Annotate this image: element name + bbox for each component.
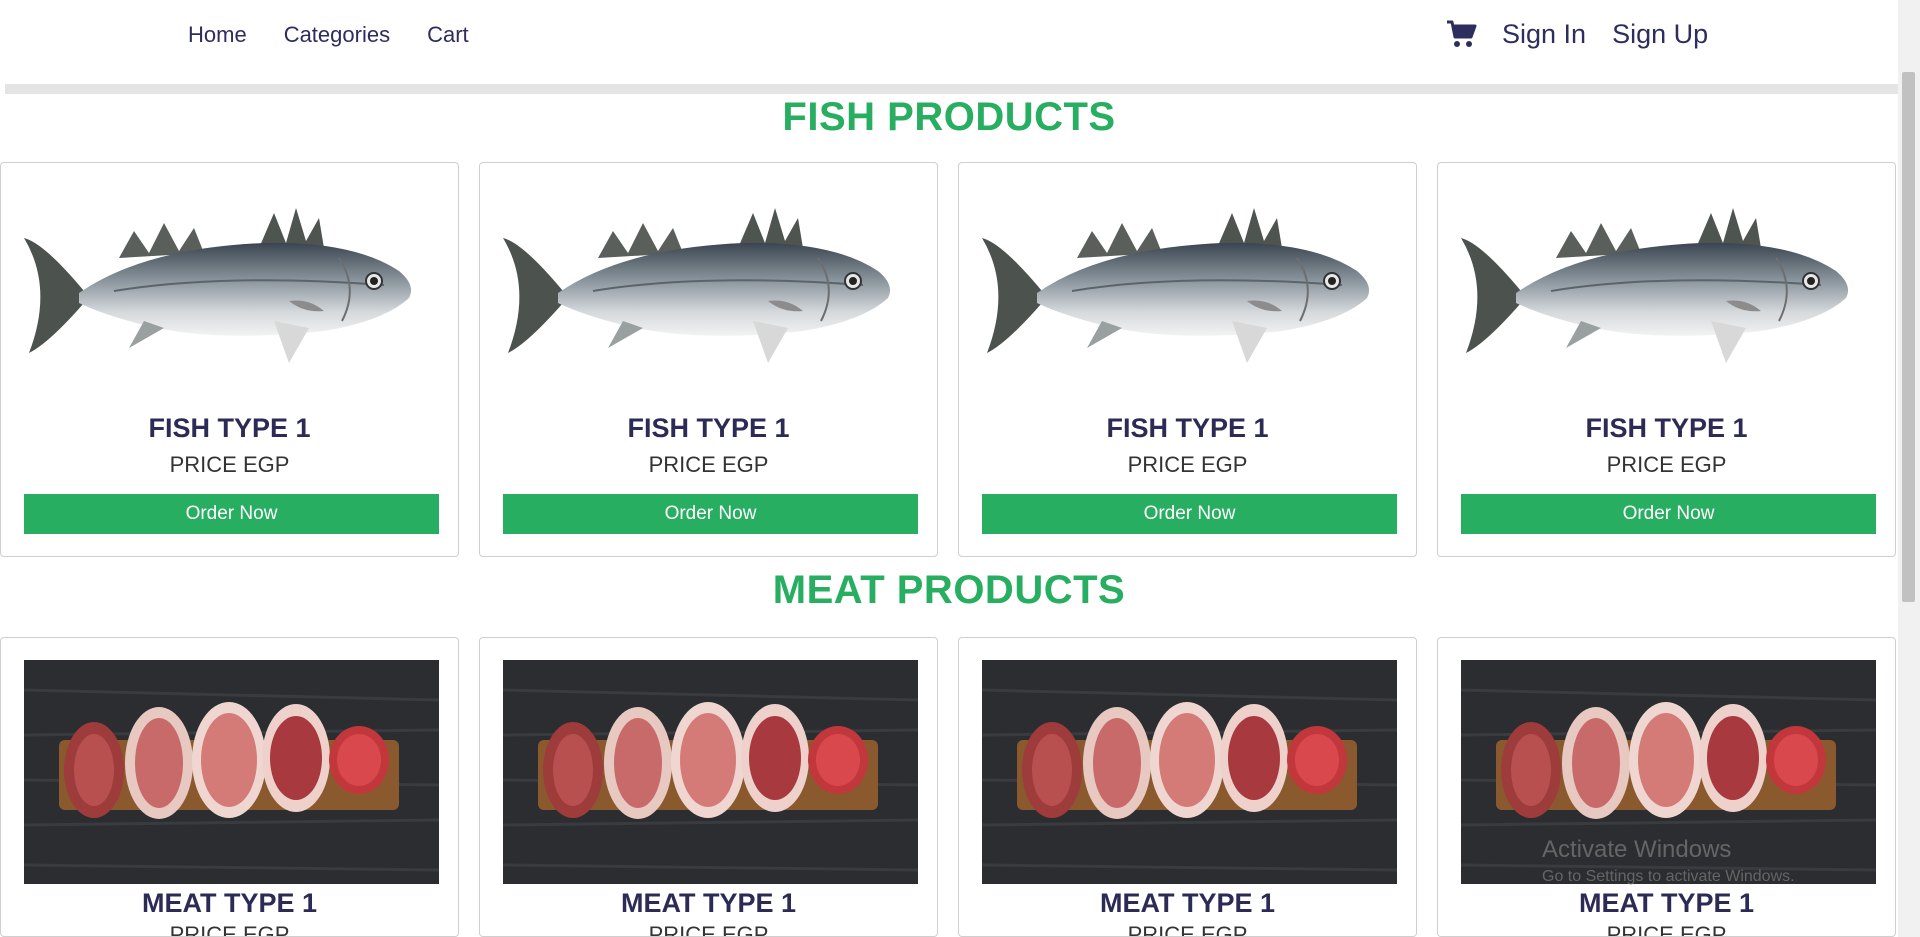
product-name: FISH TYPE 1 [627, 413, 790, 443]
navbar: Home Categories Cart Sign In Sign Up [0, 0, 1898, 75]
watermark-subtitle: Go to Settings to activate Windows. [1542, 868, 1795, 885]
order-now-button[interactable]: Order Now [1461, 494, 1876, 534]
shopping-cart-icon[interactable] [1446, 18, 1478, 50]
meat-image [982, 660, 1397, 884]
nav-home-link[interactable]: Home [188, 22, 247, 48]
nav-cart-link[interactable]: Cart [427, 22, 469, 48]
product-price: PRICE EGP [1606, 922, 1727, 937]
product-card: FISH TYPE 1 PRICE EGP Order Now [958, 162, 1417, 557]
product-name: MEAT TYPE 1 [1099, 888, 1276, 918]
product-price: PRICE EGP [1127, 452, 1248, 477]
product-price: PRICE EGP [169, 452, 290, 477]
fish-image [24, 203, 439, 373]
fish-image [982, 203, 1397, 373]
activate-windows-watermark: Activate Windows Go to Settings to activ… [1542, 836, 1795, 886]
meat-image [24, 660, 439, 884]
nav-categories-link[interactable]: Categories [284, 22, 390, 48]
product-card: MEAT TYPE 1 PRICE EGP [958, 637, 1417, 937]
product-name: FISH TYPE 1 [1585, 413, 1748, 443]
nav-account: Sign In Sign Up [1446, 18, 1734, 50]
product-price: PRICE EGP [169, 922, 290, 937]
product-name: MEAT TYPE 1 [141, 888, 318, 918]
product-price: PRICE EGP [648, 922, 769, 937]
product-card: FISH TYPE 1 PRICE EGP Order Now [479, 162, 938, 557]
product-card: FISH TYPE 1 PRICE EGP Order Now [1437, 162, 1896, 557]
order-now-button[interactable]: Order Now [982, 494, 1397, 534]
product-name: FISH TYPE 1 [148, 413, 311, 443]
product-price: PRICE EGP [648, 452, 769, 477]
fish-section-title: FISH PRODUCTS [782, 95, 1116, 139]
product-card: MEAT TYPE 1 PRICE EGP [0, 637, 459, 937]
product-name: FISH TYPE 1 [1106, 413, 1269, 443]
vertical-scrollbar[interactable] [1898, 0, 1920, 937]
fish-image [503, 203, 918, 373]
scrollbar-thumb[interactable] [1902, 72, 1915, 602]
product-card: MEAT TYPE 1 PRICE EGP [1437, 637, 1896, 937]
sign-in-link[interactable]: Sign In [1502, 19, 1586, 50]
sign-up-link[interactable]: Sign Up [1612, 19, 1708, 50]
watermark-title: Activate Windows [1542, 836, 1732, 863]
product-card: FISH TYPE 1 PRICE EGP Order Now [0, 162, 459, 557]
header-divider [5, 84, 1898, 94]
product-name: MEAT TYPE 1 [1578, 888, 1755, 918]
order-now-button[interactable]: Order Now [503, 494, 918, 534]
meat-image [503, 660, 918, 884]
order-now-button[interactable]: Order Now [24, 494, 439, 534]
meat-section-title: MEAT PRODUCTS [772, 568, 1126, 612]
nav-links: Home Categories Cart [188, 22, 469, 48]
product-price: PRICE EGP [1606, 452, 1727, 477]
product-name: MEAT TYPE 1 [620, 888, 797, 918]
fish-image [1461, 203, 1876, 373]
product-card: MEAT TYPE 1 PRICE EGP [479, 637, 938, 937]
product-price: PRICE EGP [1127, 922, 1248, 937]
